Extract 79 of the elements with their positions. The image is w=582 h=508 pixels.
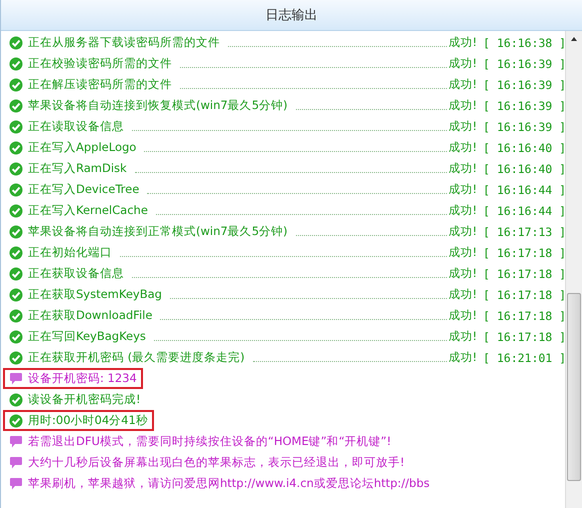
log-message: 正在获取SystemKeyBag (28, 287, 162, 302)
log-message: 正在初始化端口 (28, 245, 112, 260)
log-message: 用时:00小时04分41秒 (28, 413, 148, 428)
timestamp: [ 16:17:18 ] (483, 266, 563, 280)
timestamp: [ 16:17:18 ] (483, 308, 563, 322)
timestamp: [ 16:17:18 ] (483, 246, 563, 260)
log-message: 苹果设备将自动连接到恢复模式(win7最久5分钟) (28, 98, 288, 113)
check-icon (9, 182, 23, 196)
result-text: 成功! (448, 35, 477, 50)
check-icon (9, 246, 23, 260)
timestamp: [ 16:16:39 ] (483, 78, 563, 92)
timestamp: [ 16:16:39 ] (483, 56, 563, 70)
check-icon (9, 414, 23, 428)
log-message: 正在写入DeviceTree (28, 182, 140, 197)
check-icon (9, 56, 23, 70)
timestamp: [ 16:16:44 ] (483, 182, 563, 196)
result-text: 成功! (448, 224, 477, 239)
check-icon (9, 266, 23, 280)
timestamp: [ 16:16:38 ] (483, 36, 563, 50)
log-message: 正在读取设备信息 (28, 119, 124, 134)
result-text: 成功! (448, 56, 477, 71)
speech-bubble-icon (9, 434, 23, 448)
log-message: 正在校验读密码所需的文件 (28, 56, 172, 71)
log-message: 正在写回KeyBagKeys (28, 329, 146, 344)
check-icon (9, 350, 23, 364)
timestamp: [ 16:16:44 ] (483, 204, 563, 218)
timestamp: [ 16:16:39 ] (483, 98, 563, 112)
timestamp: [ 16:17:18 ] (483, 330, 563, 344)
log-message: 正在获取设备信息 (28, 266, 124, 281)
check-icon (9, 308, 23, 322)
check-icon (9, 120, 23, 134)
timestamp: [ 16:16:40 ] (483, 140, 563, 154)
log-message: 设备开机密码: 1234 (28, 371, 137, 386)
result-text: 成功! (448, 245, 477, 260)
timestamp: [ 16:21:01 ] (483, 350, 563, 364)
check-icon (9, 288, 23, 302)
check-icon (9, 330, 23, 344)
result-text: 成功! (448, 140, 477, 155)
log-message: 苹果刷机，苹果越狱，请访问爱思网http://www.i4.cn或爱思论坛http://bbs (28, 476, 430, 491)
log-message: 若需退出DFU模式，需要同时持续按住设备的“HOME键”和“开机键”! (28, 434, 392, 449)
result-text: 成功! (448, 329, 477, 344)
check-icon (9, 98, 23, 112)
check-icon (9, 162, 23, 176)
speech-bubble-icon (9, 372, 23, 386)
check-icon (9, 140, 23, 154)
log-message: 正在获取DownloadFile (28, 308, 152, 323)
timestamp: [ 16:17:13 ] (483, 224, 563, 238)
check-icon (9, 36, 23, 50)
result-text: 成功! (448, 161, 477, 176)
scroll-thumb[interactable] (567, 293, 581, 481)
result-text: 成功! (448, 350, 477, 365)
log-message: 苹果设备将自动连接到正常模式(win7最久5分钟) (28, 224, 288, 239)
result-text: 成功! (448, 119, 477, 134)
timestamp: [ 16:17:18 ] (483, 288, 563, 302)
result-text: 成功! (448, 98, 477, 113)
result-text: 成功! (448, 308, 477, 323)
log-message: 正在获取开机密码 (最久需要进度条走完) (28, 350, 245, 365)
result-text: 成功! (448, 266, 477, 281)
log-message: 大约十几秒后设备屏幕出现白色的苹果标志，表示已经退出，即可放手! (28, 455, 405, 470)
result-text: 成功! (448, 287, 477, 302)
result-text: 成功! (448, 203, 477, 218)
panel-title: 日志输出 (266, 7, 318, 24)
result-text: 成功! (448, 77, 477, 92)
check-icon (9, 224, 23, 238)
log-message: 正在解压读密码所需的文件 (28, 77, 172, 92)
check-icon (9, 392, 23, 406)
log-message: 读设备开机密码完成! (28, 392, 141, 407)
timestamp: [ 16:16:39 ] (483, 120, 563, 134)
log-message: 正在从服务器下载读密码所需的文件 (28, 35, 220, 50)
speech-bubble-icon (9, 456, 23, 470)
check-icon (9, 78, 23, 92)
log-message: 正在写入RamDisk (28, 161, 127, 176)
log-message: 正在写入AppleLogo (28, 140, 136, 155)
timestamp: [ 16:16:40 ] (483, 162, 563, 176)
log-message: 正在写入KernelCache (28, 203, 148, 218)
check-icon (9, 204, 23, 218)
result-text: 成功! (448, 182, 477, 197)
speech-bubble-icon (9, 476, 23, 490)
scrollbar[interactable] (565, 31, 582, 508)
